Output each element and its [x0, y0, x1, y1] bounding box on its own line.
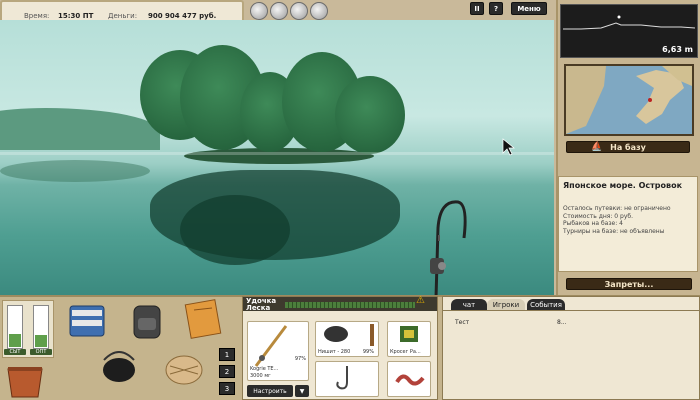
money-value: 900 904 477 руб.	[148, 12, 217, 20]
rod-name: Kogrie TE...	[250, 366, 279, 372]
line-strength-bar	[285, 302, 415, 308]
warning-icon[interactable]: ⚠	[416, 296, 428, 307]
tab-events[interactable]: События	[527, 299, 565, 310]
time-label: Время:	[24, 12, 50, 20]
help-button[interactable]: ?	[489, 2, 503, 15]
info-line: Стоимость дня: 0 руб.	[563, 212, 633, 220]
hill-reflection	[0, 160, 150, 182]
location-info: Японское море. Островок Осталось путевки…	[558, 176, 698, 272]
rod-icon	[254, 325, 288, 367]
reel-icon	[324, 326, 348, 342]
tree	[335, 76, 405, 154]
to-base-button[interactable]: ⛵ На базу	[566, 141, 690, 153]
reel-condition-bar	[370, 324, 374, 346]
rod-condition: 97%	[294, 356, 306, 362]
tackle-box-icon[interactable]	[64, 300, 110, 342]
dropdown-arrow-button[interactable]: ▼	[295, 385, 309, 397]
reel-condition: 99%	[362, 349, 374, 355]
mini-map[interactable]	[564, 64, 694, 136]
bucket-icon[interactable]	[2, 360, 48, 400]
inventory-tab-1[interactable]: 1	[219, 348, 235, 361]
bait-slot[interactable]	[387, 361, 431, 397]
satiety-label: СЫТ	[4, 349, 26, 355]
money-label: Деньги:	[108, 12, 138, 20]
location-title: Японское море. Островок	[563, 181, 682, 190]
time-value: 15:30 ПТ	[58, 12, 94, 20]
bait-slots	[250, 2, 328, 20]
reel-slot[interactable]: Нишит - 280 99%	[315, 321, 379, 357]
notebook-icon[interactable]	[180, 298, 226, 340]
chat-divider	[443, 310, 699, 311]
lake-scene[interactable]	[0, 20, 554, 295]
to-base-label: На базу	[610, 142, 646, 152]
cooking-pot-icon[interactable]	[96, 346, 142, 388]
tackle-panel: Удочка Леска 97% Kogrie TE... 3000 мг Ни…	[242, 296, 438, 400]
keepnet-icon[interactable]	[160, 348, 206, 390]
inventory-tab-2[interactable]: 2	[219, 365, 235, 378]
hook-slot[interactable]	[315, 361, 379, 397]
satiety-gauge	[7, 305, 23, 349]
bans-button[interactable]: Запреты...	[566, 278, 692, 290]
inventory-tab-3[interactable]: 3	[219, 382, 235, 395]
bait-icon[interactable]	[310, 2, 328, 20]
fishing-rod[interactable]	[418, 198, 478, 295]
info-line: Рыбаков на базе: 4	[563, 220, 623, 227]
bait-icon[interactable]	[270, 2, 288, 20]
info-line: Осталось путевки: не ограничено	[563, 205, 671, 212]
line-label: Леска	[246, 304, 271, 312]
map-image	[566, 66, 692, 134]
depth-value: 6,63 m	[662, 45, 693, 54]
experience-label: ОПТ	[30, 349, 52, 355]
chat-panel: чат Игроки События Тест 8...	[442, 296, 700, 400]
tackle-header: Удочка Леска	[243, 297, 437, 312]
boat-icon: ⛵	[591, 142, 603, 152]
tree-reflection	[180, 195, 290, 265]
status-gauges: СЫТ ОПТ	[2, 300, 54, 358]
backpack-icon[interactable]	[124, 300, 170, 342]
chat-message: Тест	[455, 319, 470, 326]
tab-chat[interactable]: чат	[451, 299, 487, 310]
line-name: Кросег Ра...	[390, 349, 421, 355]
worm-bait-icon	[395, 374, 425, 386]
pause-button[interactable]: II	[470, 2, 484, 15]
bait-icon[interactable]	[250, 2, 268, 20]
tab-players[interactable]: Игроки	[487, 299, 525, 310]
island	[184, 148, 374, 164]
line-spool-icon	[400, 326, 418, 342]
line-slot[interactable]: Кросег Ра...	[387, 321, 431, 357]
mouse-cursor-icon	[502, 138, 515, 156]
chat-message-value: 8...	[557, 319, 567, 326]
hook-icon	[336, 366, 348, 390]
depth-chart: 6,63 m	[560, 4, 698, 58]
info-line: Турниры на базе: не объявлены	[563, 227, 665, 235]
rod-slot[interactable]: 97% Kogrie TE... 3000 мг	[247, 321, 309, 381]
adjust-button[interactable]: Настроить	[247, 385, 293, 397]
distant-hill	[0, 108, 160, 150]
experience-gauge	[33, 305, 49, 349]
bait-icon[interactable]	[290, 2, 308, 20]
rod-sub: 3000 мг	[250, 373, 271, 379]
horizon-line	[0, 152, 554, 155]
menu-button[interactable]: Меню	[511, 2, 547, 15]
